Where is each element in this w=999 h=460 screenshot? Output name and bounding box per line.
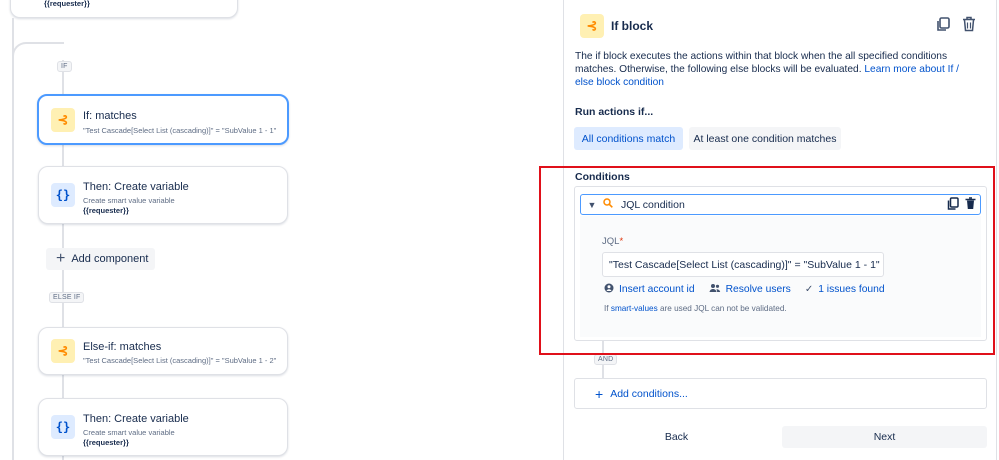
then-card-1-sub: Create smart value variable [83,196,175,205]
then-card-2-sub2: {{requester}} [83,438,129,447]
highlight-annotation-box [539,166,995,355]
trash-icon[interactable] [960,14,978,34]
panel-title: If block [611,19,654,33]
branch-connector-curve [12,42,64,62]
else-if-card-sub: "Test Cascade[Select List (cascading)]" … [83,356,277,365]
and-tag: AND [594,354,618,365]
then-create-variable-card-2[interactable]: {} Then: Create variable Create smart va… [38,398,288,456]
if-tag: IF [57,61,72,72]
add-conditions-button[interactable]: + Add conditions... [574,378,987,409]
plus-icon: + [595,385,604,402]
add-component-button[interactable]: + Add component [46,248,155,270]
else-if-matches-card[interactable]: ⊰ Else-if: matches "Test Cascade[Select … [38,327,288,375]
add-component-label: Add component [71,253,149,265]
else-if-card-title: Else-if: matches [83,341,162,353]
branch-icon: ⊰ [580,14,604,38]
then-card-1-title: Then: Create variable [83,181,189,193]
curly-braces-icon: {} [51,415,75,439]
then-create-variable-card-1[interactable]: {} Then: Create variable Create smart va… [38,166,288,224]
automation-flow-canvas: {{requester}} IF ⊰ If: matches "Test Cas… [0,0,560,460]
branch-icon: ⊰ [51,107,75,132]
any-condition-matches-option[interactable]: At least one condition matches [689,127,841,150]
next-button[interactable]: Next [782,426,987,448]
duplicate-icon[interactable] [934,14,952,34]
if-matches-card[interactable]: ⊰ If: matches "Test Cascade[Select List … [37,94,289,145]
curly-braces-icon: {} [51,183,75,207]
all-conditions-match-option[interactable]: All conditions match [574,127,683,150]
if-card-sub: "Test Cascade[Select List (cascading)]" … [83,126,277,135]
panel-description: The if block executes the actions within… [575,50,975,89]
plus-icon: + [56,250,66,267]
main-connector-line [12,18,14,460]
add-conditions-label: Add conditions... [610,387,688,400]
panel-actions [934,14,978,34]
then-card-2-title: Then: Create variable [83,413,189,425]
previous-action-card[interactable]: {{requester}} [10,0,238,18]
then-card-1-sub2: {{requester}} [83,206,129,215]
else-if-tag: ELSE IF [49,292,85,303]
previous-action-sub: {{requester}} [44,0,90,8]
branch-icon: ⊰ [51,339,75,363]
run-actions-label: Run actions if... [575,106,654,118]
then-card-2-sub: Create smart value variable [83,428,175,437]
back-button[interactable]: Back [574,426,779,448]
if-card-title: If: matches [83,110,137,122]
